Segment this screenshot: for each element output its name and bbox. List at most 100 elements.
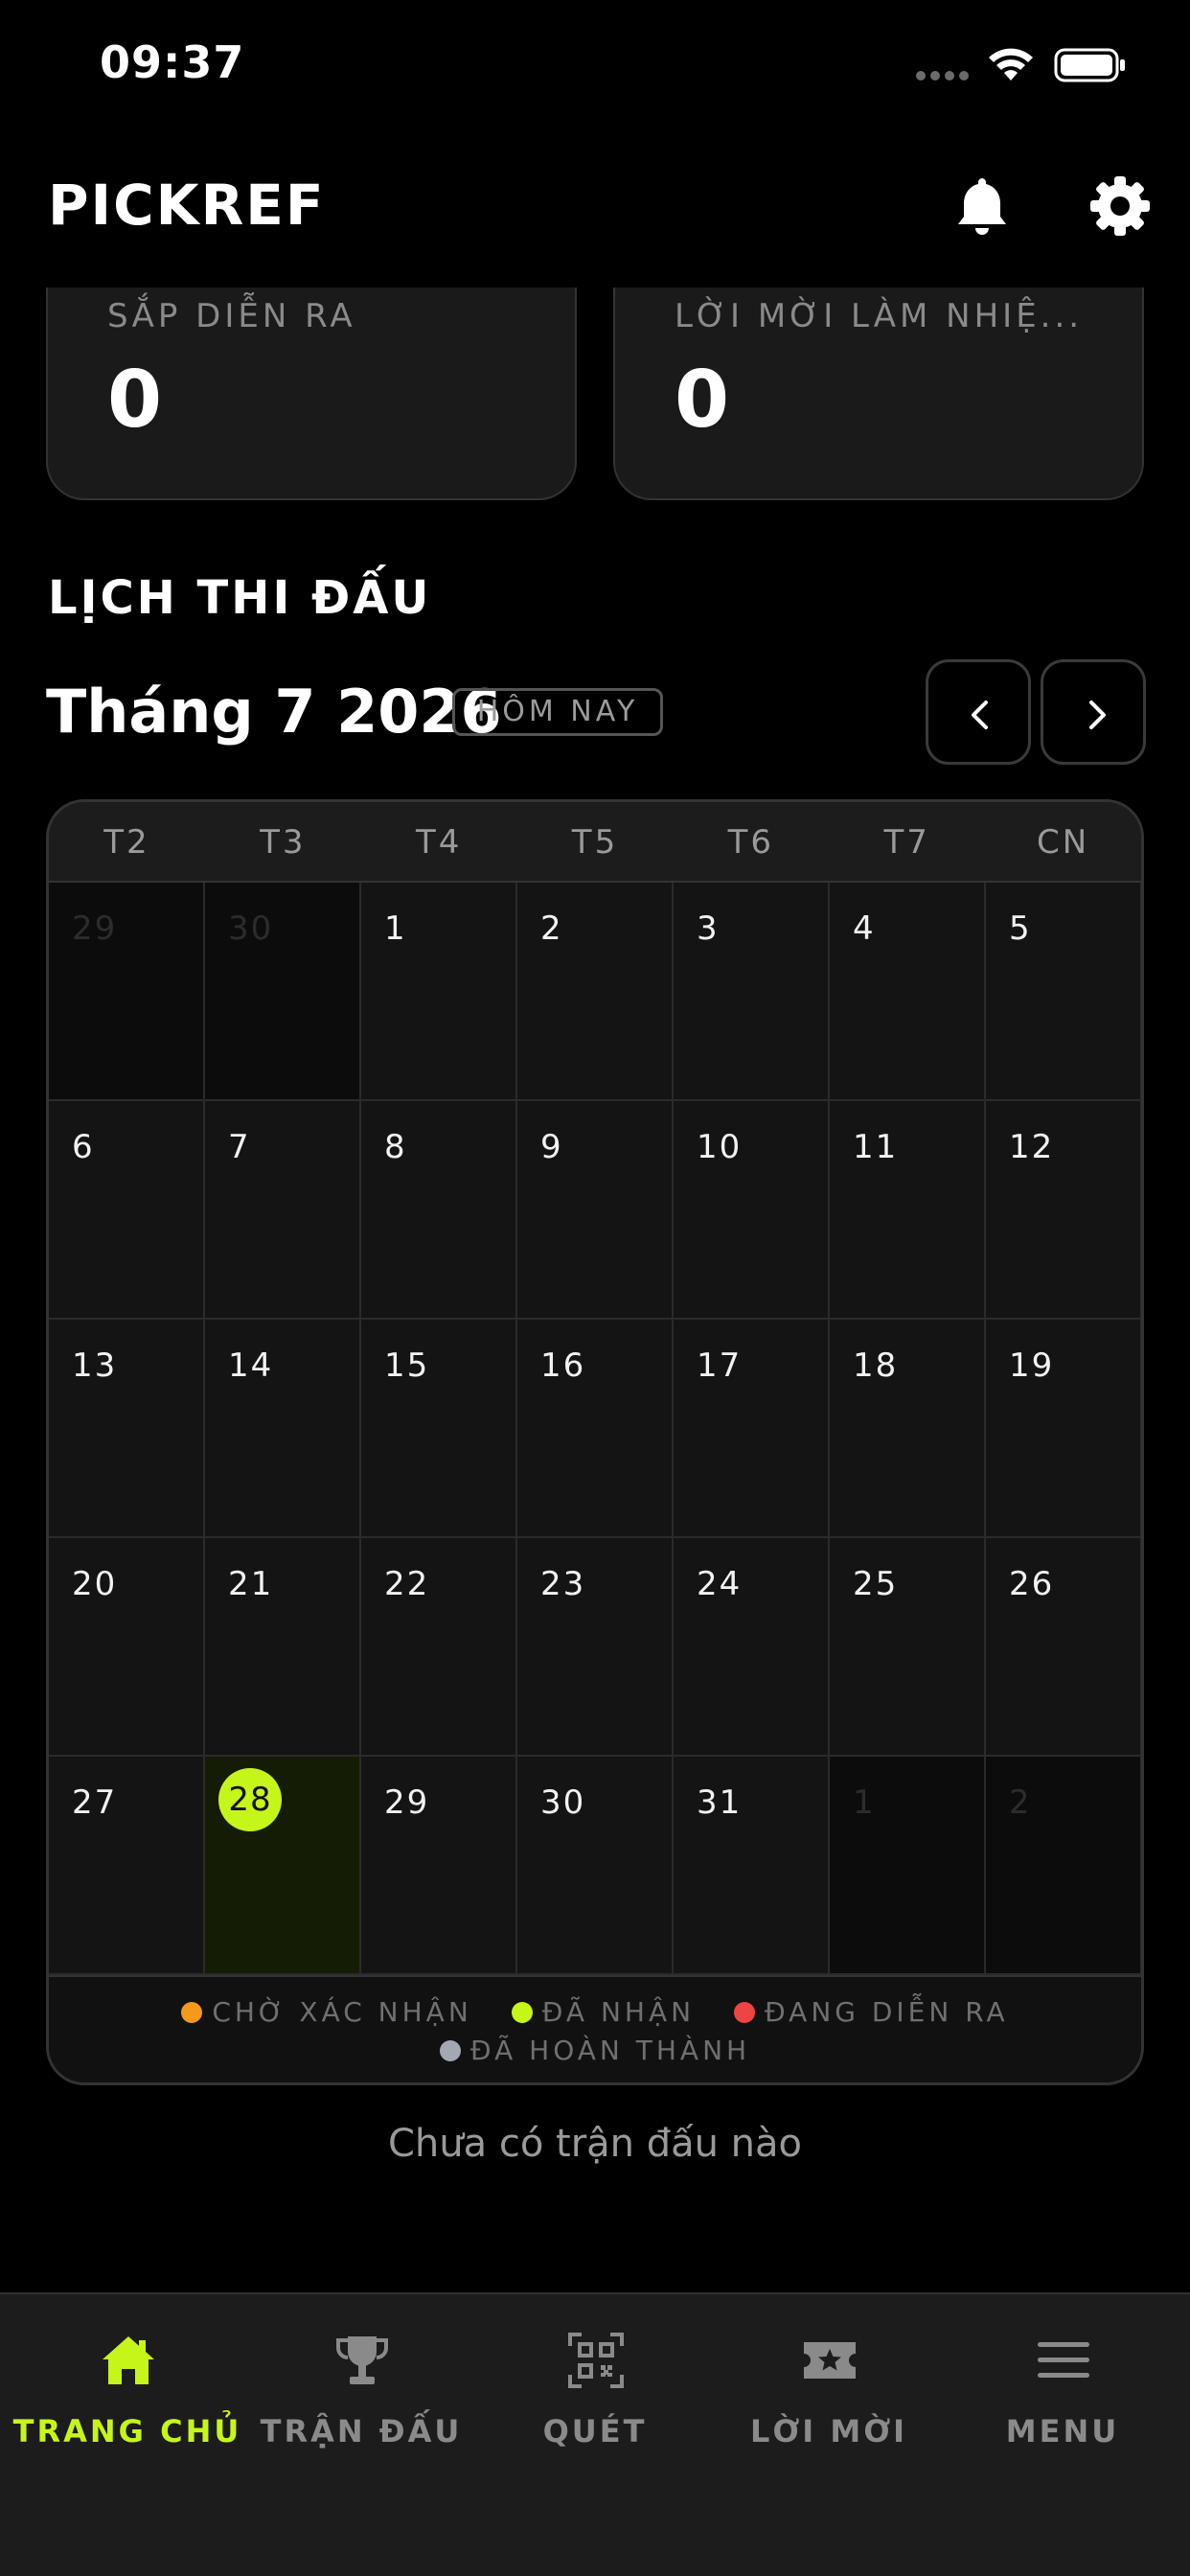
day-number: 10	[697, 1128, 743, 1166]
calendar-day[interactable]: 29	[49, 883, 205, 1101]
calendar-day[interactable]: 3	[674, 883, 830, 1101]
tab-label: LỜI MỜI	[749, 2413, 908, 2450]
calendar-day[interactable]: 7	[205, 1101, 361, 1320]
legend-item-live: ĐANG DIỄN RA	[733, 1996, 1009, 2028]
calendar-day[interactable]: 6	[49, 1101, 205, 1320]
day-number: 11	[853, 1128, 899, 1166]
legend-label: CHỜ XÁC NHẬN	[212, 1996, 472, 2028]
calendar-day[interactable]: 26	[986, 1538, 1141, 1757]
legend-label: ĐÃ HOÀN THÀNH	[469, 2035, 751, 2066]
legend-item-completed: ĐÃ HOÀN THÀNH	[439, 2035, 751, 2066]
status-dot	[439, 2040, 461, 2061]
cellular-signal-icon	[916, 71, 970, 82]
bell-icon[interactable]	[949, 172, 1016, 240]
chevron-right-icon	[1089, 701, 1106, 729]
day-number: 2	[540, 909, 563, 948]
day-number: 1	[384, 909, 407, 948]
calendar-day[interactable]: 1	[361, 883, 517, 1101]
calendar-day[interactable]: 31	[674, 1757, 830, 1975]
tab-scan[interactable]: QUÉT	[476, 2294, 714, 2486]
day-number: 30	[540, 1783, 586, 1822]
empty-state-text: Chưa có trận đấu nào	[387, 2122, 803, 2166]
stats-section: SẮP DIỄN RA 0 LỜI MỜI LÀM NHIỆ... 0	[0, 288, 1190, 508]
tab-label: QUÉT	[542, 2413, 648, 2450]
calendar-day[interactable]: 5	[986, 883, 1141, 1101]
today-button[interactable]: HÔM NAY	[452, 688, 663, 736]
day-number: 24	[697, 1565, 743, 1603]
calendar-day[interactable]: 27	[49, 1757, 205, 1975]
calendar-day[interactable]: 29	[361, 1757, 517, 1975]
calendar-day[interactable]: 9	[517, 1101, 674, 1320]
calendar-day[interactable]: 16	[517, 1320, 674, 1538]
calendar-day[interactable]: 19	[986, 1320, 1141, 1538]
calendar-day[interactable]: 4	[830, 883, 986, 1101]
day-number: 1	[853, 1783, 876, 1822]
calendar-day[interactable]: 1	[830, 1757, 986, 1975]
calendar-day[interactable]: 2	[517, 883, 674, 1101]
day-number: 17	[697, 1346, 743, 1385]
gear-icon[interactable]	[1087, 172, 1154, 240]
stat-card-invitations[interactable]: LỜI MỜI LÀM NHIỆ... 0	[613, 288, 1144, 500]
calendar-day-today[interactable]: 28	[205, 1757, 361, 1975]
calendar-day[interactable]: 12	[986, 1101, 1141, 1320]
calendar-day[interactable]: 17	[674, 1320, 830, 1538]
wifi-icon	[989, 48, 1033, 80]
calendar-day[interactable]: 30	[205, 883, 361, 1101]
tab-invitations[interactable]: LỜI MỜI	[710, 2294, 948, 2486]
calendar-day[interactable]: 23	[517, 1538, 674, 1757]
day-number: 5	[1009, 909, 1032, 948]
menu-icon	[1038, 2342, 1089, 2378]
tab-label: TRANG CHỦ	[12, 2413, 242, 2450]
weekday-label: CN	[1036, 823, 1090, 862]
legend-label: ĐÃ NHẬN	[541, 1996, 696, 2028]
tab-label: TRẬN ĐẤU	[260, 2413, 463, 2450]
legend-item-accepted: ĐÃ NHẬN	[511, 1996, 696, 2028]
weekday-label: T3	[260, 823, 307, 862]
calendar-day[interactable]: 21	[205, 1538, 361, 1757]
calendar-day[interactable]: 15	[361, 1320, 517, 1538]
day-number: 21	[228, 1565, 274, 1603]
day-number: 7	[228, 1128, 251, 1166]
weekday-label: T2	[103, 823, 150, 862]
calendar-day[interactable]: 30	[517, 1757, 674, 1975]
calendar-day[interactable]: 22	[361, 1538, 517, 1757]
calendar-day[interactable]: 24	[674, 1538, 830, 1757]
brand-logo-text: PICKREF	[48, 172, 326, 238]
weekday-label: T4	[415, 823, 463, 862]
bottom-nav: TRANG CHỦ TRẬN ĐẤU QUÉT LỜI MỜI MENU	[0, 2292, 1190, 2576]
calendar-day[interactable]: 18	[830, 1320, 986, 1538]
home-icon	[103, 2336, 154, 2384]
day-number: 29	[384, 1783, 430, 1822]
prev-month-button[interactable]	[926, 659, 1031, 765]
calendar-day[interactable]: 25	[830, 1538, 986, 1757]
day-number: 3	[697, 909, 720, 948]
legend-label: ĐANG DIỄN RA	[764, 1996, 1009, 2028]
status-dot	[181, 2002, 203, 2023]
day-number: 9	[540, 1128, 563, 1166]
calendar-day[interactable]: 10	[674, 1101, 830, 1320]
day-number: 8	[384, 1128, 407, 1166]
tab-menu[interactable]: MENU	[944, 2294, 1181, 2486]
day-number: 4	[853, 909, 876, 948]
day-number: 20	[72, 1565, 118, 1603]
chevron-left-icon	[972, 701, 988, 729]
day-number: 14	[228, 1346, 274, 1385]
weekday-header: T2 T3 T4 T5 T6 T7 CN	[49, 802, 1141, 883]
day-number: 12	[1009, 1128, 1055, 1166]
battery-icon	[1054, 48, 1125, 82]
trophy-icon	[336, 2336, 388, 2384]
calendar-day[interactable]: 13	[49, 1320, 205, 1538]
month-title: Tháng 7 2026	[46, 677, 502, 747]
tab-home[interactable]: TRANG CHỦ	[9, 2294, 246, 2486]
stat-card-upcoming[interactable]: SẮP DIỄN RA 0	[46, 288, 577, 500]
calendar-day[interactable]: 20	[49, 1538, 205, 1757]
calendar-day[interactable]: 14	[205, 1320, 361, 1538]
calendar-day[interactable]: 2	[986, 1757, 1141, 1975]
status-dot	[733, 2002, 755, 2023]
tab-matches[interactable]: TRẬN ĐẤU	[242, 2294, 480, 2486]
status-bar: 09:37	[0, 0, 1190, 134]
calendar-day[interactable]: 11	[830, 1101, 986, 1320]
next-month-button[interactable]	[1041, 659, 1146, 765]
stat-value: 0	[675, 355, 730, 446]
calendar-day[interactable]: 8	[361, 1101, 517, 1320]
